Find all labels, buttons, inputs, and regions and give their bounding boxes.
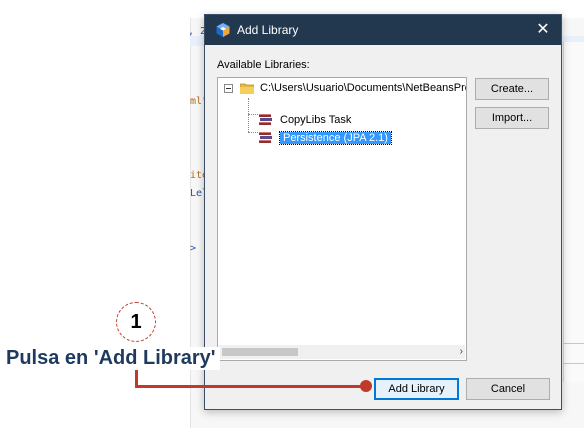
tree-root-item[interactable]: C:\Users\Usuario\Documents\NetBeansPro	[260, 79, 467, 97]
tree-connector	[248, 132, 258, 133]
callout-pointer-dot	[360, 380, 372, 392]
dialog-titlebar[interactable]: Add Library ✕	[205, 15, 561, 45]
add-library-button[interactable]: Add Library	[374, 378, 459, 400]
callout-connector	[135, 385, 367, 388]
tree-item-label-selected: Persistence (JPA 2.1)	[279, 131, 392, 145]
tree-item-copylibs[interactable]: CopyLibs Task	[280, 111, 351, 129]
editor-fragment-5: >	[190, 243, 197, 254]
tree-connector	[248, 114, 258, 115]
netbeans-icon	[216, 23, 230, 37]
tree-connector	[248, 98, 249, 132]
chevron-right-icon[interactable]: ›	[460, 345, 463, 359]
tree-root-label: C:\Users\Usuario\Documents\NetBeansPro	[260, 82, 467, 94]
tree-item-label: CopyLibs Task	[280, 114, 352, 126]
background-divider	[563, 363, 584, 364]
import-button[interactable]: Import...	[475, 107, 549, 129]
tree-item-persistence[interactable]: Persistence (JPA 2.1)	[279, 129, 392, 147]
add-library-dialog: Add Library ✕ Available Libraries: C:\Us…	[204, 14, 562, 410]
available-libraries-label: Available Libraries:	[217, 59, 310, 71]
scrollbar-thumb[interactable]	[222, 348, 298, 356]
library-books-icon	[259, 132, 272, 143]
collapse-icon[interactable]	[224, 84, 233, 93]
instruction-label: Pulsa en 'Add Library'	[6, 347, 220, 370]
step-number-badge: 1	[116, 302, 156, 342]
cancel-button[interactable]: Cancel	[466, 378, 550, 400]
close-icon[interactable]: ✕	[531, 18, 555, 42]
dialog-title: Add Library	[237, 23, 299, 37]
horizontal-scrollbar[interactable]: ›	[219, 345, 465, 359]
background-panel	[563, 42, 584, 382]
create-button[interactable]: Create...	[475, 78, 549, 100]
library-books-icon	[259, 114, 272, 125]
library-tree[interactable]: C:\Users\Usuario\Documents\NetBeansPro C…	[217, 77, 467, 361]
background-divider	[563, 343, 584, 344]
folder-icon	[240, 83, 254, 94]
